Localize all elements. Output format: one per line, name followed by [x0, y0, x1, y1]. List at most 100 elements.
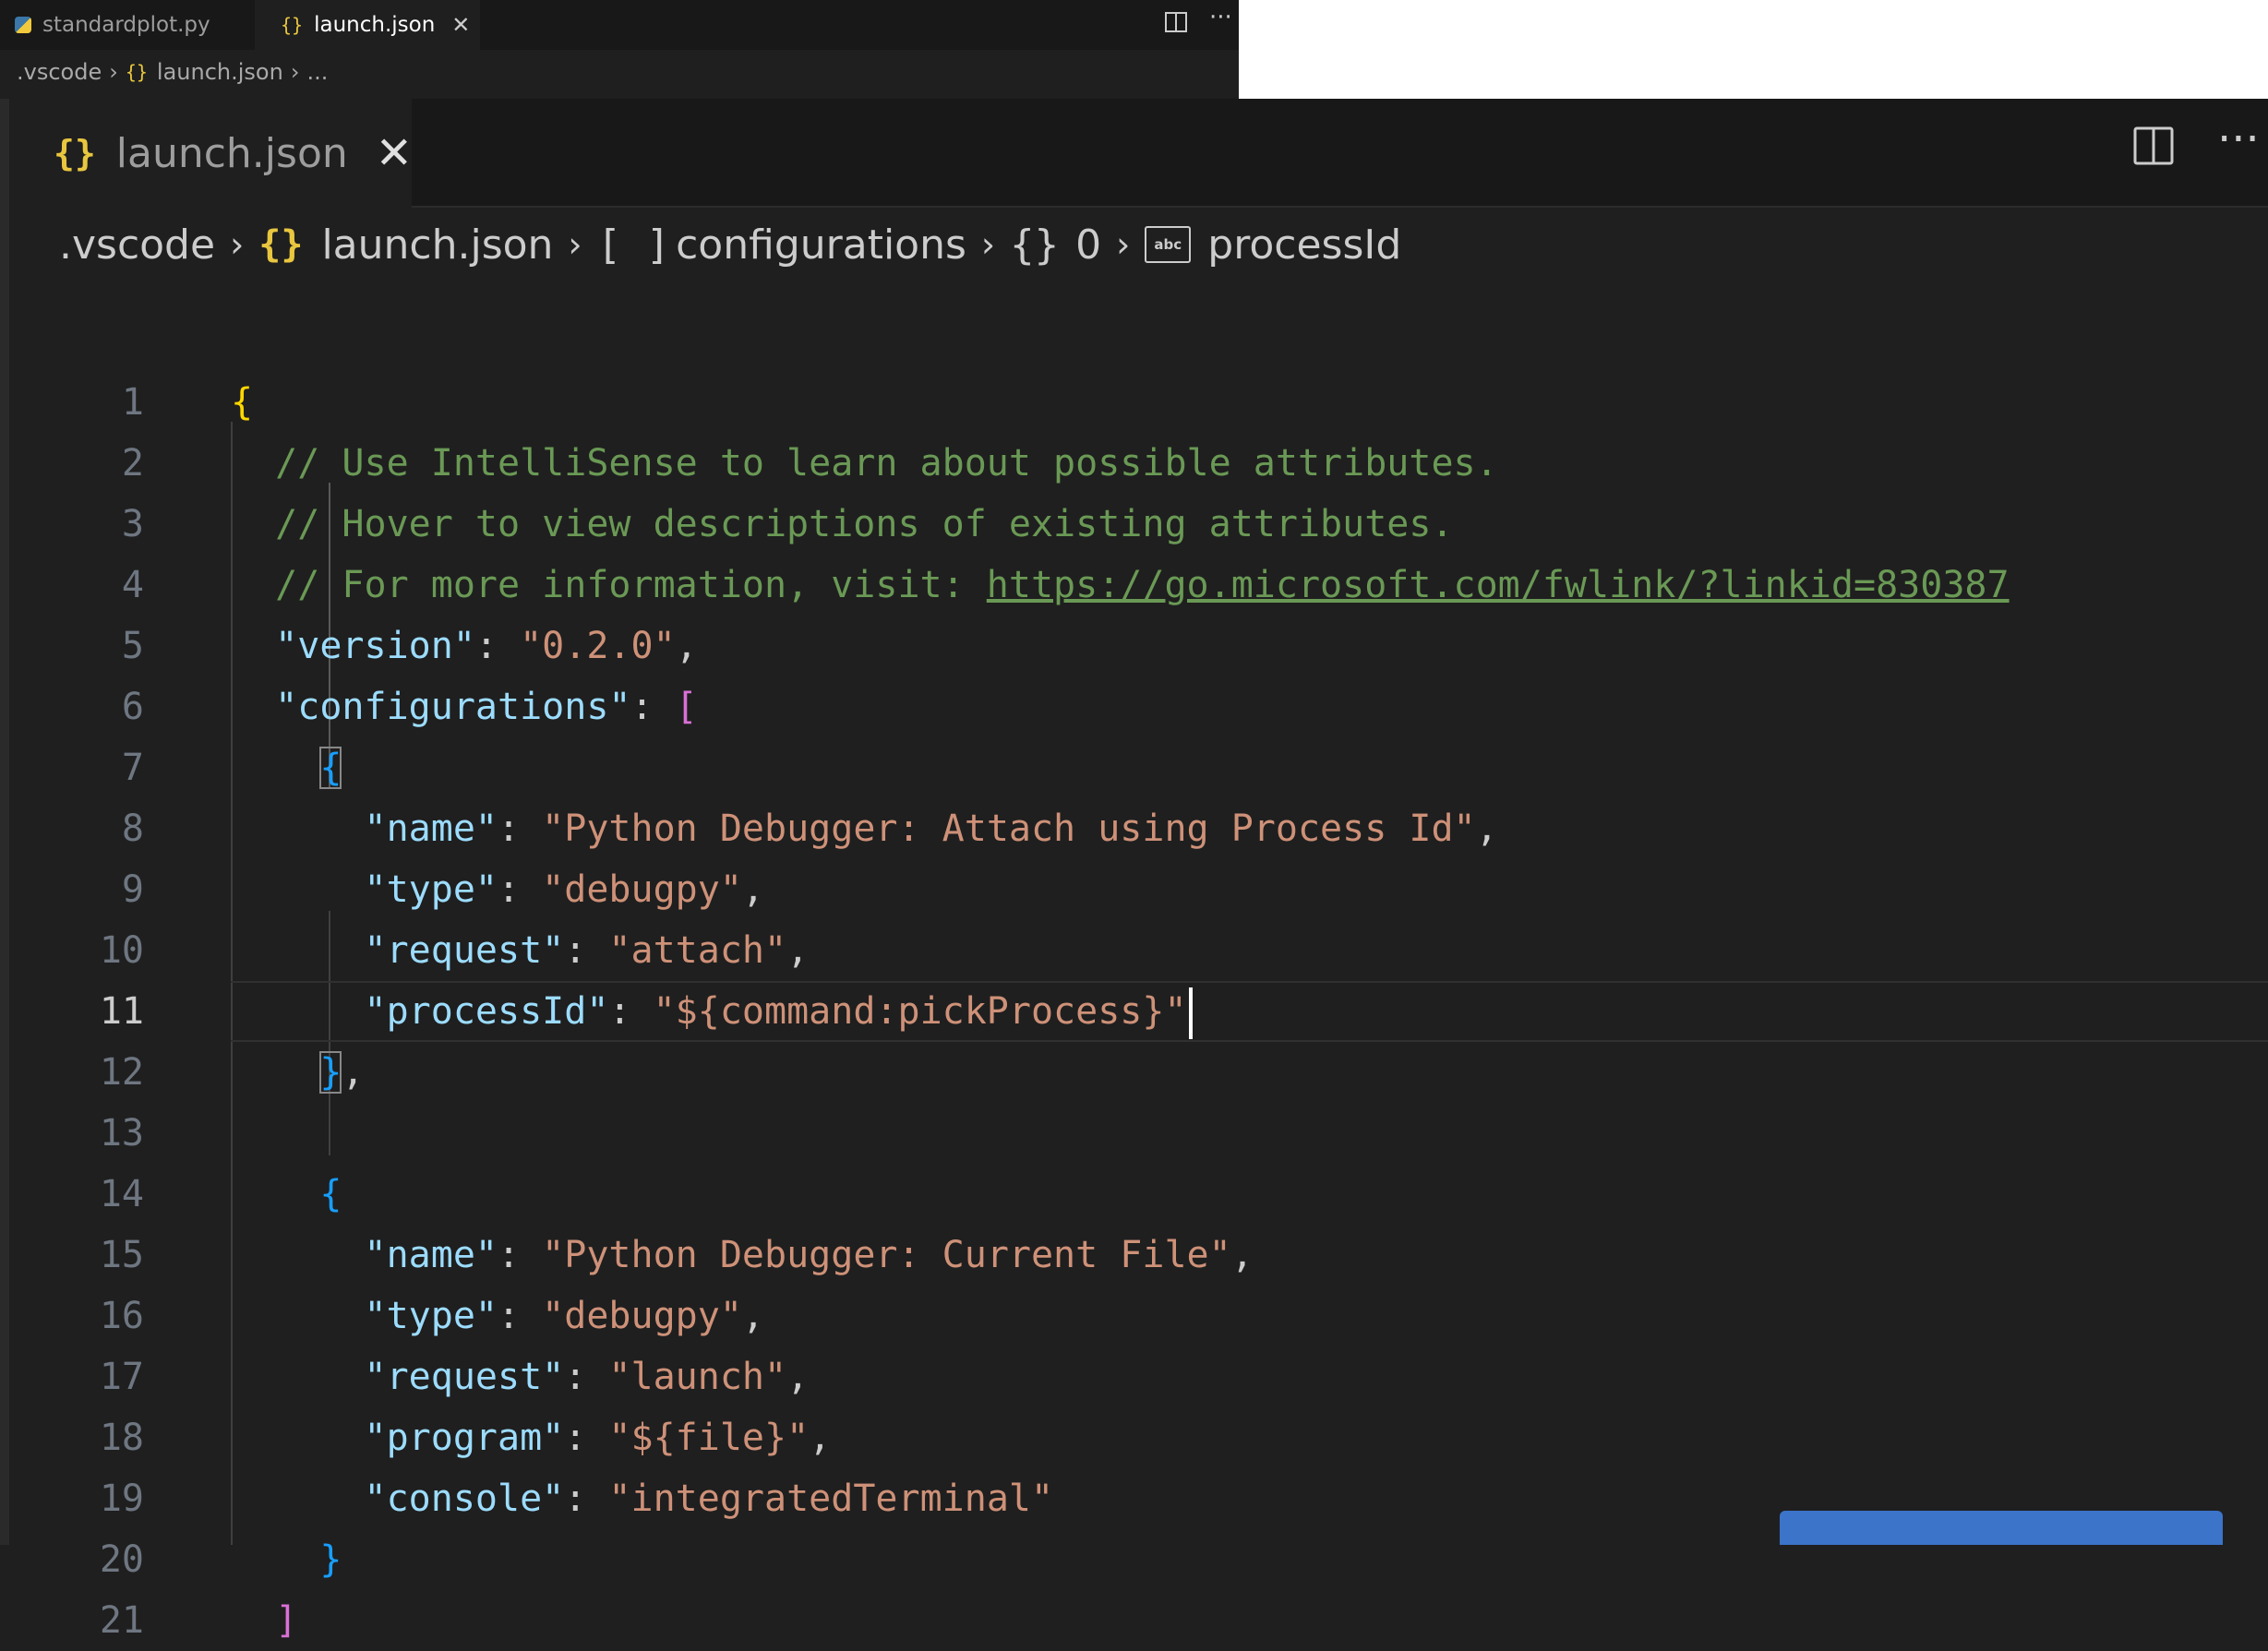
close-icon[interactable]: ✕ [451, 12, 470, 38]
code-text: "name": "Python Debugger: Attach using P… [364, 808, 1498, 850]
code-text: "request": "attach", [364, 929, 810, 972]
chevron-right-icon: › [1116, 224, 1131, 265]
line-number: 8 [121, 808, 144, 850]
code-line: 21 ] [0, 1590, 2268, 1651]
code-text: "type": "debugpy", [364, 1295, 765, 1337]
code-line-active: 11 "processId": "${command:pickProcess}" [0, 981, 2268, 1042]
breadcrumb-configurations[interactable]: configurations [676, 221, 966, 269]
line-number: 13 [99, 1112, 144, 1155]
tab-label: standardplot.py [42, 13, 210, 37]
chevron-right-icon: › [230, 224, 245, 265]
line-number: 7 [121, 747, 144, 789]
code-line: 6 "configurations": [ [0, 676, 2268, 737]
line-number: 20 [99, 1538, 144, 1581]
code-text: "configurations": [ [275, 686, 698, 728]
breadcrumb-folder[interactable]: .vscode [59, 221, 215, 269]
line-number: 4 [121, 564, 144, 606]
more-actions-icon[interactable]: ··· [1209, 4, 1232, 31]
breadcrumb: .vscode › {} launch.json › [ ] configura… [59, 217, 1401, 272]
editor-tab-bar: {} launch.json ✕ ··· [9, 99, 2268, 208]
text-cursor [1188, 987, 1193, 1039]
line-number: 19 [99, 1478, 144, 1520]
more-actions-icon[interactable]: ··· [2217, 114, 2260, 165]
code-text: ] [275, 1599, 298, 1642]
code-line: 3 // Hover to view descriptions of exist… [0, 494, 2268, 555]
code-line: 5 "version": "0.2.0", [0, 616, 2268, 676]
json-braces-icon: {} [258, 223, 304, 266]
code-text: "console": "integratedTerminal" [364, 1478, 1054, 1520]
mini-editor-pane: standardplot.py {} launch.json ✕ ··· .vs… [0, 0, 1239, 99]
main-editor-pane: {} launch.json ✕ ··· .vscode › {} launch… [0, 99, 2268, 1642]
code-text: } [319, 1538, 342, 1581]
code-text: "version": "0.2.0", [275, 625, 698, 667]
split-editor-icon[interactable] [1163, 9, 1189, 35]
string-property-icon: abc [1145, 226, 1192, 263]
code-text: { [231, 381, 254, 424]
code-line: 9 "type": "debugpy", [0, 859, 2268, 920]
breadcrumb-index[interactable]: 0 [1075, 221, 1101, 269]
add-configuration-button[interactable] [1780, 1511, 2223, 1545]
array-icon: [ ] [596, 221, 671, 269]
breadcrumb-folder[interactable]: .vscode [17, 59, 102, 85]
code-line: 2 // Use IntelliSense to learn about pos… [0, 433, 2268, 494]
chevron-right-icon: › [568, 224, 582, 265]
tab-label: launch.json [314, 13, 436, 37]
json-braces-icon: {} [125, 61, 148, 83]
line-number: 3 [121, 503, 144, 545]
object-icon: {} [1010, 221, 1060, 269]
line-number: 21 [99, 1599, 144, 1642]
line-number: 5 [121, 625, 144, 667]
code-line: 8 "name": "Python Debugger: Attach using… [0, 798, 2268, 859]
code-line: 12 }, [0, 1042, 2268, 1103]
mini-breadcrumb: .vscode › {} launch.json › ... [17, 59, 328, 85]
code-text: }, [319, 1051, 365, 1094]
code-text: "processId": "${command:pickProcess}" [231, 981, 1193, 1042]
code-text: "name": "Python Debugger: Current File", [364, 1234, 1254, 1276]
tab-launch-json-small[interactable]: {} launch.json ✕ [255, 0, 480, 50]
line-number: 15 [99, 1234, 144, 1276]
code-line: 14 { [0, 1164, 2268, 1225]
breadcrumb-processid[interactable]: processId [1207, 221, 1401, 269]
code-line: 7 { [0, 737, 2268, 798]
line-number: 1 [121, 381, 144, 424]
split-editor-icon[interactable] [2132, 125, 2175, 167]
tab-label: launch.json [115, 129, 348, 177]
code-text: // Use IntelliSense to learn about possi… [275, 442, 1498, 485]
docs-link[interactable]: https://go.microsoft.com/fwlink/?linkid=… [987, 564, 2010, 606]
python-file-icon [15, 17, 31, 33]
breadcrumb-file[interactable]: launch.json [321, 221, 553, 269]
chevron-right-icon: › [109, 59, 118, 85]
chevron-right-icon: › [980, 224, 996, 265]
code-line: 15 "name": "Python Debugger: Current Fil… [0, 1225, 2268, 1286]
matched-bracket: { [319, 747, 342, 789]
code-text: // For more information, visit: https://… [275, 564, 2010, 606]
line-number: 14 [99, 1173, 144, 1215]
tab-standardplot-py[interactable]: standardplot.py [0, 0, 255, 50]
line-number: 17 [99, 1356, 144, 1398]
code-line: 16 "type": "debugpy", [0, 1286, 2268, 1346]
blank-region [1239, 0, 2268, 99]
code-text: { [231, 737, 342, 798]
code-line: 18 "program": "${file}", [0, 1407, 2268, 1468]
line-number: 11 [99, 990, 144, 1033]
code-line: 1 { [0, 372, 2268, 433]
close-icon[interactable]: ✕ [376, 127, 413, 179]
chevron-right-icon: › [290, 59, 300, 85]
code-text: // Hover to view descriptions of existin… [275, 503, 1454, 545]
breadcrumb-file[interactable]: launch.json [157, 59, 283, 85]
line-number: 9 [121, 868, 144, 911]
breadcrumb-ellipsis[interactable]: ... [306, 59, 328, 85]
matched-bracket: } [319, 1051, 342, 1094]
json-braces-icon: {} [54, 133, 96, 173]
line-number: 16 [99, 1295, 144, 1337]
code-text: "type": "debugpy", [364, 868, 765, 911]
line-number: 12 [99, 1051, 144, 1094]
code-text: "request": "launch", [364, 1356, 810, 1398]
line-number: 2 [121, 442, 144, 485]
code-line: 17 "request": "launch", [0, 1346, 2268, 1407]
tab-launch-json[interactable]: {} launch.json ✕ [9, 99, 413, 208]
code-text: { [319, 1173, 342, 1215]
mini-tab-bar: standardplot.py {} launch.json ✕ ··· [0, 0, 1239, 50]
code-line: 4 // For more information, visit: https:… [0, 555, 2268, 616]
line-number: 10 [99, 929, 144, 972]
